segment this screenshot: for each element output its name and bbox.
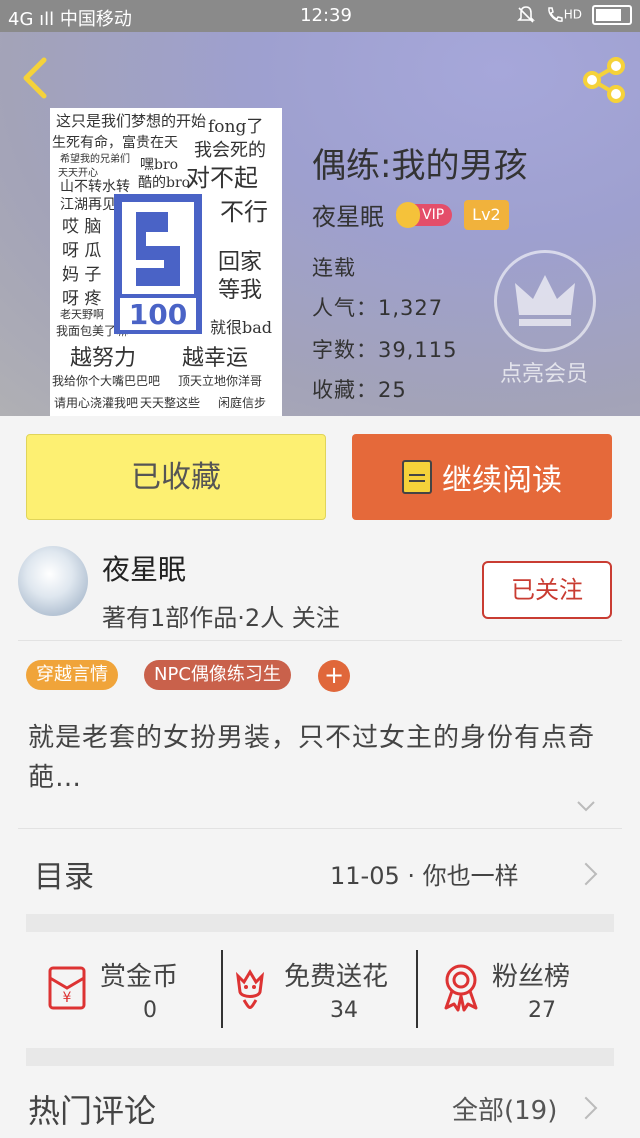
stat-value: 34 <box>330 998 358 1023</box>
cover-text: 顶天立地你洋哥 <box>178 374 263 388</box>
cover-text: 这只是我们梦想的开始 <box>56 112 207 130</box>
hot-comments-title: 热门评论 <box>28 1092 157 1130</box>
cover-text: 对不起 <box>186 164 258 192</box>
divider <box>416 950 418 1028</box>
cover-text: 呀 瓜 <box>62 241 102 261</box>
light-vip-label[interactable]: 点亮会员 <box>494 356 594 388</box>
tag-topic[interactable]: NPC偶像练习生 <box>144 660 291 690</box>
cover-text: 请用心浇灌我吧 <box>54 396 139 410</box>
cover-text: 就很bad <box>210 318 273 337</box>
chevron-down-icon <box>577 801 595 812</box>
book-author[interactable]: 夜星眠 <box>312 197 384 232</box>
red-envelope-icon: ¥ <box>48 966 86 1010</box>
chevron-right-icon <box>574 1096 598 1120</box>
svg-text:¥: ¥ <box>63 990 72 1006</box>
cover-text: 江湖再见 <box>60 197 116 213</box>
call-hd-icon: HD <box>546 6 582 24</box>
stat-value: 0 <box>143 998 157 1023</box>
all-comments-link[interactable]: 全部(19) <box>452 1090 557 1127</box>
book-icon <box>402 460 432 494</box>
level-badge: Lv2 <box>464 199 509 230</box>
reward-coins-button[interactable]: ¥ 赏金币 0 <box>44 950 214 1030</box>
cover-text: 闲庭信步 <box>218 396 267 410</box>
share-button[interactable] <box>578 54 630 106</box>
follow-button[interactable]: 已关注 <box>482 561 612 619</box>
cover-text: 不行 <box>220 198 268 226</box>
author-meta: 著有1部作品·2人 关注 <box>102 604 340 632</box>
cover-text: 酷的bro <box>138 175 191 191</box>
cover-logo: 100 <box>110 190 206 338</box>
book-author-row: 夜星眠 VIP Lv2 <box>312 197 509 232</box>
divider <box>18 828 622 829</box>
crown-icon <box>515 275 575 326</box>
book-title: 偶练:我的男孩 <box>312 146 528 186</box>
stat-title: 赏金币 <box>100 962 179 992</box>
book-word-count: 字数：39,115 <box>312 338 458 362</box>
stat-title: 粉丝榜 <box>492 962 571 992</box>
stat-value: 27 <box>528 998 556 1023</box>
share-icon <box>583 57 625 103</box>
continue-reading-button[interactable]: 继续阅读 <box>352 434 612 520</box>
flower-icon <box>235 969 265 1009</box>
toc-label: 目录 <box>34 860 94 895</box>
vip-badge: VIP <box>396 201 453 228</box>
book-cover[interactable]: 这只是我们梦想的开始 fong了 生死有命，富贵在天 我会死的 希望我的兄弟们 嘿bro 天… <box>50 108 282 416</box>
author-name[interactable]: 夜星眠 <box>102 548 186 588</box>
chevron-left-icon <box>23 57 47 99</box>
cover-text: 希望我的兄弟们 <box>60 154 130 165</box>
tag-genre[interactable]: 穿越言情 <box>26 660 118 690</box>
back-button[interactable] <box>14 54 58 102</box>
cover-text: fong了 <box>208 117 264 137</box>
cover-text: 越努力 <box>70 346 137 371</box>
section-separator <box>26 914 614 932</box>
divider <box>221 950 223 1028</box>
clock: 12:39 <box>300 5 352 26</box>
cover-text: 嘿bro <box>140 157 179 173</box>
avatar[interactable] <box>18 546 88 616</box>
status-bar: 4G ıll 中国移动 12:39 HD <box>0 0 640 32</box>
book-popularity: 人气：1,327 <box>312 296 444 320</box>
stat-title: 免费送花 <box>284 962 389 992</box>
battery-icon <box>592 5 632 25</box>
divider <box>18 640 622 641</box>
bell-off-icon <box>516 6 535 23</box>
cover-text: 妈 子 <box>62 265 102 285</box>
cover-text: 等我 <box>218 278 263 303</box>
book-status: 连载 <box>312 256 356 280</box>
cover-text: 我给你个大嘴巴巴吧 <box>52 374 161 388</box>
svg-text:100: 100 <box>129 298 187 331</box>
fan-ranking-button[interactable]: 粉丝榜 27 <box>440 950 620 1030</box>
synopsis: 就是老套的女扮男装，只不过女主的身份有点奇葩… <box>28 723 596 793</box>
cover-text: 老天野啊 <box>60 308 104 321</box>
cover-text: 生死有命，富贵在天 <box>52 135 178 151</box>
free-flowers-button[interactable]: 免费送花 34 <box>230 950 418 1030</box>
expand-button[interactable] <box>576 796 596 816</box>
section-separator <box>26 1048 614 1066</box>
continue-reading-label: 继续阅读 <box>442 463 562 498</box>
toc-latest-chapter: 11-05 · 你也一样 <box>330 862 519 890</box>
collected-button[interactable]: 已收藏 <box>26 434 326 520</box>
toc-row[interactable] <box>0 830 640 914</box>
cover-text: 越幸运 <box>182 346 249 371</box>
carrier-label: 4G ıll 中国移动 <box>8 9 132 30</box>
status-icons: HD <box>516 5 632 25</box>
cover-text: 天天整这些 <box>140 396 201 410</box>
add-tag-button[interactable]: + <box>318 660 350 692</box>
medal-icon <box>444 964 478 1012</box>
book-favorites: 收藏：25 <box>312 378 407 402</box>
cover-text: 哎 脑 <box>62 217 102 237</box>
light-vip-button[interactable] <box>494 250 596 352</box>
